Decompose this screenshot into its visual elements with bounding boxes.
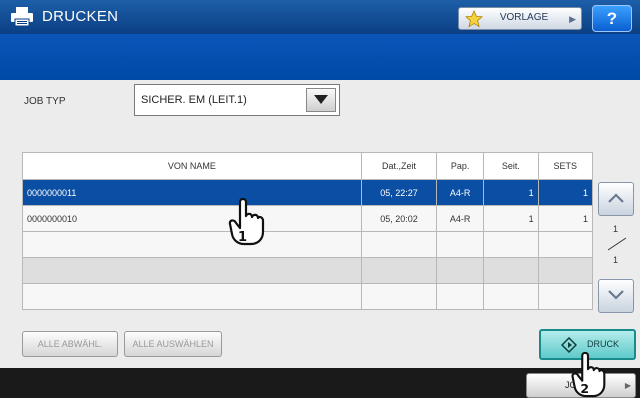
select-all-button[interactable]: ALLE AUSWÄHLEN xyxy=(124,331,222,357)
chevron-down-icon xyxy=(314,95,328,104)
header-band xyxy=(0,34,640,80)
help-button[interactable]: ? xyxy=(592,5,632,32)
deselect-all-button[interactable]: ALLE ABWÄHL. xyxy=(22,331,118,357)
cell-name: 0000000011 xyxy=(22,179,362,206)
chevron-down-icon xyxy=(608,290,624,300)
table-row-empty xyxy=(22,257,594,284)
col-header-date[interactable]: Dat.,Zeit xyxy=(360,152,438,180)
hand-pointer-icon: 2 xyxy=(571,351,606,398)
cell-sets: 1 xyxy=(537,179,594,206)
cell-date: 05, 20:02 xyxy=(360,205,438,232)
cell-pages: 1 xyxy=(483,179,539,206)
table-row-empty xyxy=(22,283,594,310)
page-indicator: 1 1 xyxy=(604,224,628,266)
template-button-label: VORLAGE xyxy=(499,12,549,23)
job-type-value: SICHER. EM (LEIT.1) xyxy=(141,94,247,106)
table-header: VON NAME Dat.,Zeit Pap. Seit. SETS xyxy=(22,152,594,180)
printer-icon xyxy=(11,7,33,27)
table-row[interactable]: 0000000010 05, 20:02 A4-R 1 1 xyxy=(22,205,594,232)
job-type-select[interactable]: SICHER. EM (LEIT.1) xyxy=(134,84,340,116)
arrow-right-icon: ▶ xyxy=(569,14,576,24)
table-row[interactable]: 0000000011 05, 22:27 A4-R 1 1 xyxy=(22,179,594,206)
dropdown-button[interactable] xyxy=(306,88,336,112)
scroll-down-button[interactable] xyxy=(598,279,634,313)
step-2-label: 2 xyxy=(580,381,589,396)
cell-name: 0000000010 xyxy=(22,205,362,232)
chevron-up-icon xyxy=(608,193,624,203)
print-button-label: DRUCK xyxy=(587,339,620,349)
hand-pointer-icon: 1 xyxy=(228,197,265,246)
col-header-sets[interactable]: SETS xyxy=(537,152,594,180)
cell-paper: A4-R xyxy=(436,205,485,232)
page-current: 1 xyxy=(613,224,619,234)
page-title: DRUCKEN xyxy=(42,8,119,25)
scroll-up-button[interactable] xyxy=(598,182,634,216)
cell-pages: 1 xyxy=(483,205,539,232)
template-button[interactable]: VORLAGE ▶ xyxy=(458,7,582,30)
job-table: VON NAME Dat.,Zeit Pap. Seit. SETS 00000… xyxy=(22,152,594,310)
col-header-name[interactable]: VON NAME xyxy=(22,152,362,180)
col-header-pages[interactable]: Seit. xyxy=(483,152,539,180)
cell-paper: A4-R xyxy=(436,179,485,206)
page-separator xyxy=(607,237,627,251)
job-type-label: JOB TYP xyxy=(24,96,66,107)
page-total: 1 xyxy=(613,255,619,265)
cell-date: 05, 22:27 xyxy=(360,179,438,206)
table-row-empty xyxy=(22,231,594,258)
arrow-right-icon: ▶ xyxy=(624,381,631,390)
col-header-paper[interactable]: Pap. xyxy=(436,152,485,180)
cell-sets: 1 xyxy=(537,205,594,232)
step-1-label: 1 xyxy=(238,230,247,245)
title-bar: DRUCKEN VORLAGE ▶ ? xyxy=(0,0,640,34)
